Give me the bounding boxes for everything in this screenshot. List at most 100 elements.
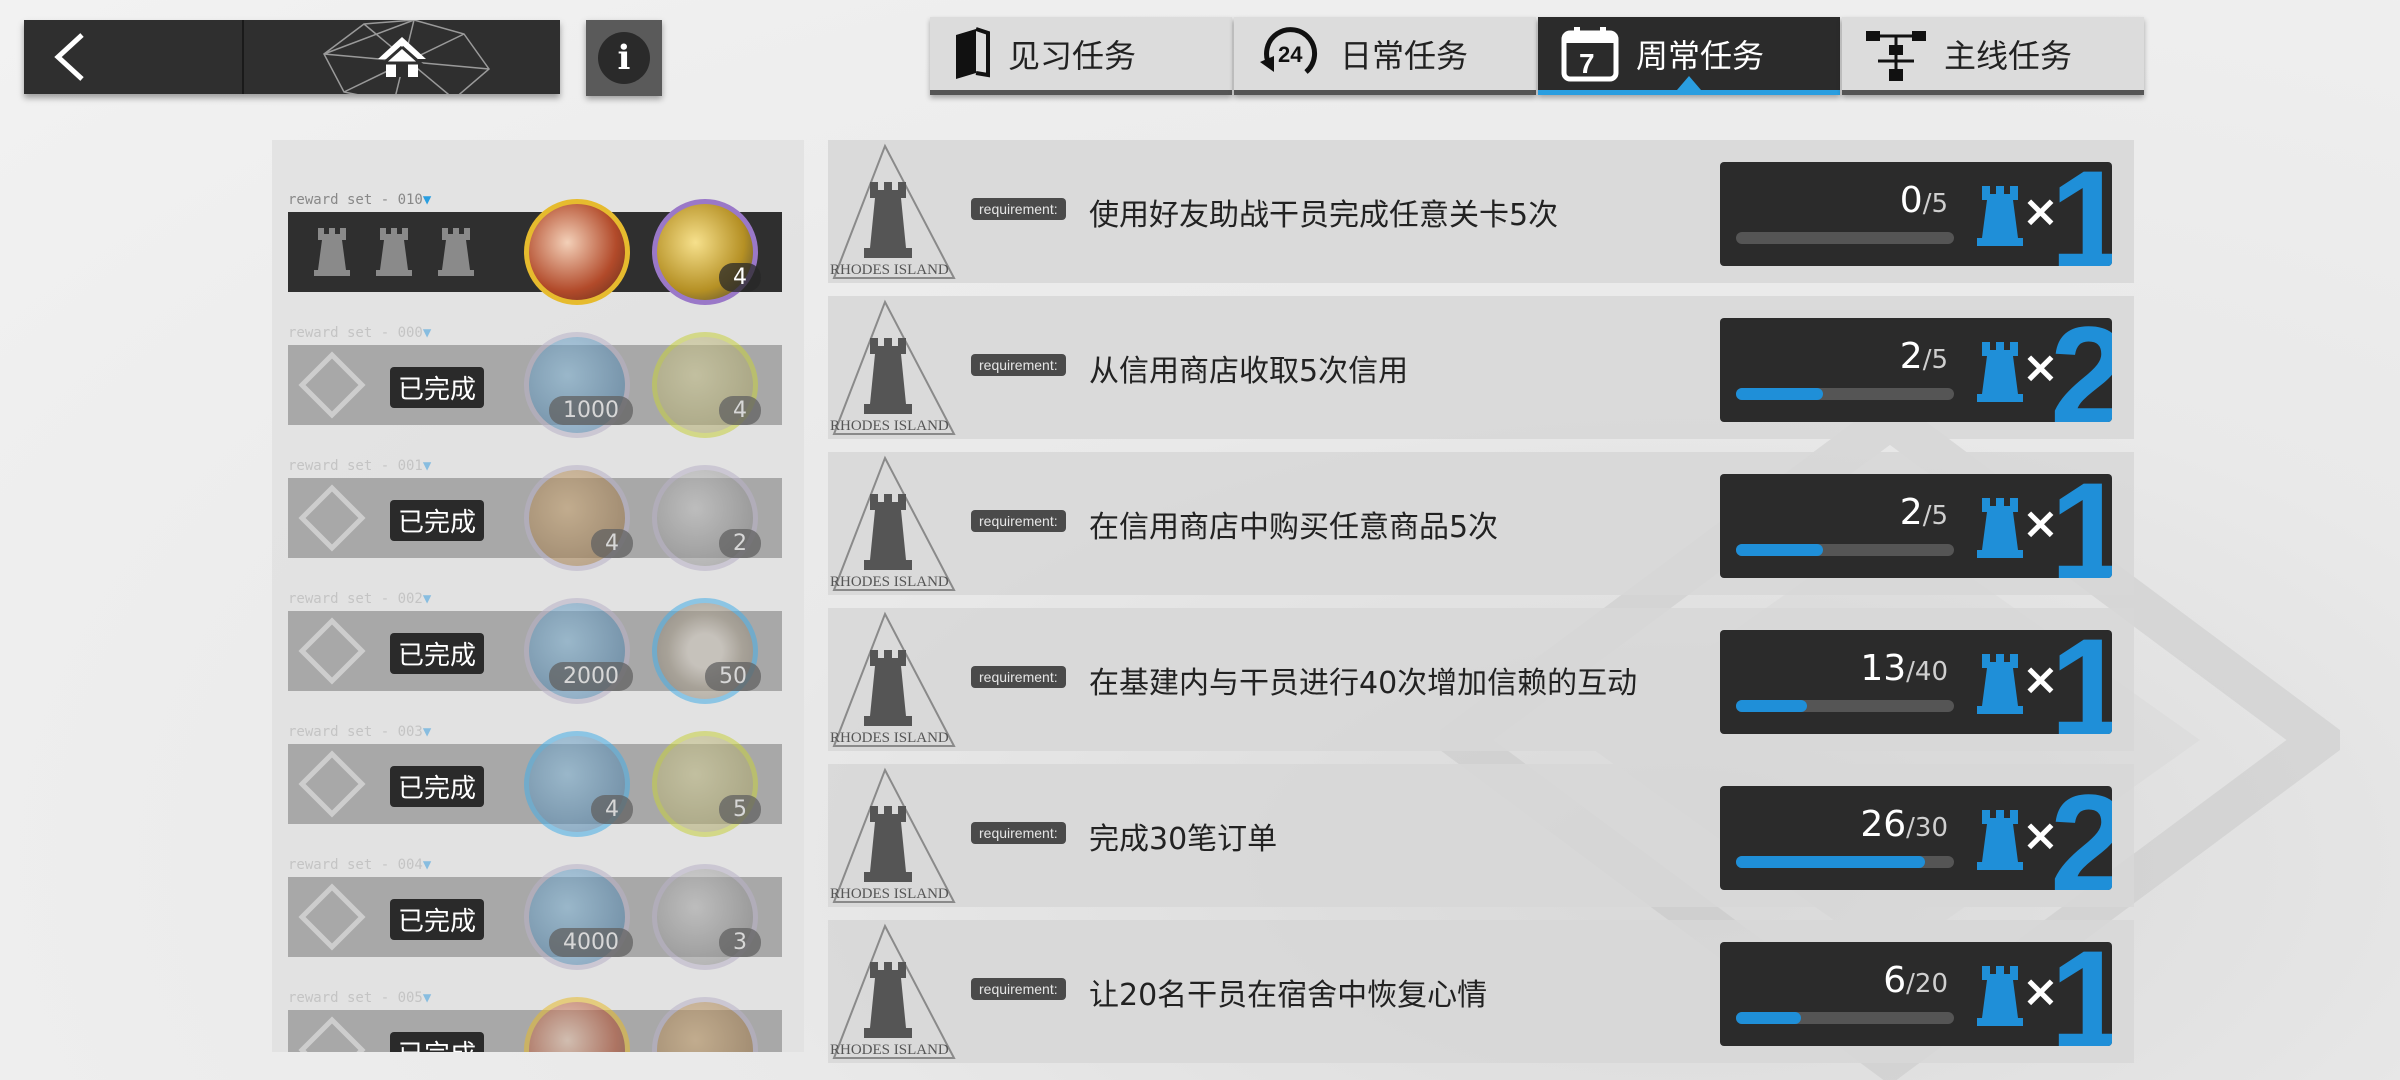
completed-badge: 已完成 <box>390 367 485 408</box>
reward-count: 1 <box>2050 474 2112 578</box>
progress-count: 2/5 <box>1899 492 1948 533</box>
reward-set-completed[interactable]: reward set - 004▼ 已完成 4000 3 <box>288 857 782 970</box>
completed-badge: 已完成 <box>390 1032 485 1052</box>
reward-set-completed[interactable]: reward set - 003▼ 已完成 4 5 <box>288 724 782 837</box>
rook-icon <box>1977 342 2023 402</box>
emblem-icon <box>298 484 366 552</box>
reward-item-chip[interactable]: 2 <box>652 465 761 571</box>
reward-item-material[interactable]: 4 <box>524 731 633 837</box>
reward-set-completed[interactable]: reward set - 000▼ 已完成 1000 4 <box>288 325 782 438</box>
emblem-icon <box>298 617 366 685</box>
reward-item-card[interactable]: 4 <box>652 332 761 438</box>
svg-text:RHODES ISLAND: RHODES ISLAND <box>830 886 949 902</box>
tab-weekly[interactable]: 7 周常任务 <box>1538 17 1840 95</box>
task-card-2[interactable]: RHODES ISLAND requirement: 从信用商店收取5次信用 2… <box>828 296 2134 439</box>
progress-fill <box>1736 1012 1802 1024</box>
info-button[interactable]: i <box>586 20 662 96</box>
reward-set-current[interactable]: reward set - 010▼ 4 <box>288 192 782 305</box>
progress-count: 26/30 <box>1860 804 1948 845</box>
rook-row <box>310 224 478 280</box>
rook-icon <box>438 228 474 276</box>
reward-bar: 已完成 1000 4 <box>288 332 782 438</box>
rook-icon <box>376 228 412 276</box>
reward-bar: 已完成 2000 50 <box>288 598 782 704</box>
reward-item-lmd[interactable]: 1000 <box>524 332 633 438</box>
completed-badge: 已完成 <box>390 500 485 541</box>
task-progress-box: 13/40 × 1 <box>1720 630 2112 734</box>
progress-count: 2/5 <box>1899 336 1948 377</box>
reward-count: 1 <box>2050 942 2112 1046</box>
task-description: 在基建内与干员进行40次增加信赖的互动 <box>1089 666 1638 701</box>
rook-icon <box>1977 810 2023 870</box>
task-card-4[interactable]: RHODES ISLAND requirement: 在基建内与干员进行40次增… <box>828 608 2134 751</box>
reward-panel: reward set - 010▼ 4 reward set - 000▼ 已完… <box>272 140 804 1052</box>
task-description: 完成30笔订单 <box>1089 822 1278 857</box>
svg-text:RHODES ISLAND: RHODES ISLAND <box>830 730 949 746</box>
reward-item-ingot[interactable]: 4 <box>524 465 633 571</box>
rhodes-island-watermark: RHODES ISLAND <box>830 143 956 279</box>
triangle-down-icon: ▼ <box>422 857 432 873</box>
emblem-icon <box>298 351 366 419</box>
requirement-tag: requirement: <box>971 978 1066 1000</box>
info-icon: i <box>598 32 650 84</box>
reward-item-card[interactable]: 5 <box>652 731 761 837</box>
tab-label: 日常任务 <box>1340 36 1469 75</box>
reward-bar: 已完成 <box>288 997 782 1052</box>
task-progress-box: 0/5 × 1 <box>1720 162 2112 266</box>
home-button[interactable] <box>244 20 560 94</box>
reward-item-material[interactable]: 4 <box>652 199 761 305</box>
tab-main[interactable]: 主线任务 <box>1842 17 2144 95</box>
rook-icon <box>1977 498 2023 558</box>
reward-item-nut[interactable]: 50 <box>652 598 761 704</box>
chevron-left-icon <box>54 33 84 81</box>
rook-icon <box>1977 966 2023 1026</box>
reward-bar: 已完成 4 2 <box>288 465 782 571</box>
requirement-tag: requirement: <box>971 198 1066 220</box>
emblem-icon <box>298 883 366 951</box>
tab-daily[interactable]: 24 日常任务 <box>1234 17 1536 95</box>
tab-label: 见习任务 <box>1008 36 1137 75</box>
requirement-tag: requirement: <box>971 666 1066 688</box>
reward-count: 2 <box>2050 786 2112 890</box>
refresh-24-icon: 24 <box>1260 26 1318 74</box>
reward-item-document[interactable] <box>524 199 630 305</box>
progress-fill <box>1736 856 1925 868</box>
emblem-icon <box>298 1016 366 1052</box>
progress-track <box>1736 856 1954 868</box>
rook-icon <box>1977 654 2023 714</box>
task-card-6[interactable]: RHODES ISLAND requirement: 让20名干员在宿舍中恢复心… <box>828 920 2134 1063</box>
top-nav <box>24 20 560 94</box>
task-card-5[interactable]: RHODES ISLAND requirement: 完成30笔订单 26/30… <box>828 764 2134 907</box>
task-description: 让20名干员在宿舍中恢复心情 <box>1089 978 1488 1013</box>
reward-item-chip[interactable]: 3 <box>652 864 761 970</box>
reward-set-completed[interactable]: reward set - 005▼ 已完成 <box>288 990 782 1052</box>
tab-label: 周常任务 <box>1636 36 1765 75</box>
task-tabs: 见习任务 24 日常任务 7 周常任务 主线任务 <box>930 17 2146 95</box>
task-list: RHODES ISLAND requirement: 使用好友助战干员完成任意关… <box>828 140 2134 1076</box>
tab-trainee[interactable]: 见习任务 <box>930 17 1232 95</box>
progress-fill <box>1736 700 1807 712</box>
task-card-1[interactable]: RHODES ISLAND requirement: 使用好友助战干员完成任意关… <box>828 140 2134 283</box>
reward-item-lmd[interactable]: 4000 <box>524 864 633 970</box>
reward-bar: 已完成 4000 3 <box>288 864 782 970</box>
progress-track <box>1736 388 1954 400</box>
triangle-down-icon: ▼ <box>422 591 432 607</box>
reward-set-completed[interactable]: reward set - 001▼ 已完成 4 2 <box>288 458 782 571</box>
rook-icon <box>314 228 350 276</box>
tab-label: 主线任务 <box>1944 36 2073 75</box>
svg-text:7: 7 <box>1579 48 1595 79</box>
task-description: 在信用商店中购买任意商品5次 <box>1089 510 1499 545</box>
svg-text:24: 24 <box>1278 42 1303 67</box>
requirement-tag: requirement: <box>971 822 1066 844</box>
triangle-down-icon: ▼ <box>422 192 432 208</box>
back-button[interactable] <box>24 20 244 94</box>
progress-count: 6/20 <box>1883 960 1948 1001</box>
home-icon <box>378 37 426 77</box>
reward-item-lmd[interactable]: 2000 <box>524 598 633 704</box>
reward-count: 1 <box>2050 630 2112 734</box>
rhodes-island-watermark: RHODES ISLAND <box>830 767 956 903</box>
flowchart-icon <box>1866 30 1926 81</box>
task-progress-box: 2/5 × 1 <box>1720 474 2112 578</box>
reward-set-completed[interactable]: reward set - 002▼ 已完成 2000 50 <box>288 591 782 704</box>
task-card-3[interactable]: RHODES ISLAND requirement: 在信用商店中购买任意商品5… <box>828 452 2134 595</box>
